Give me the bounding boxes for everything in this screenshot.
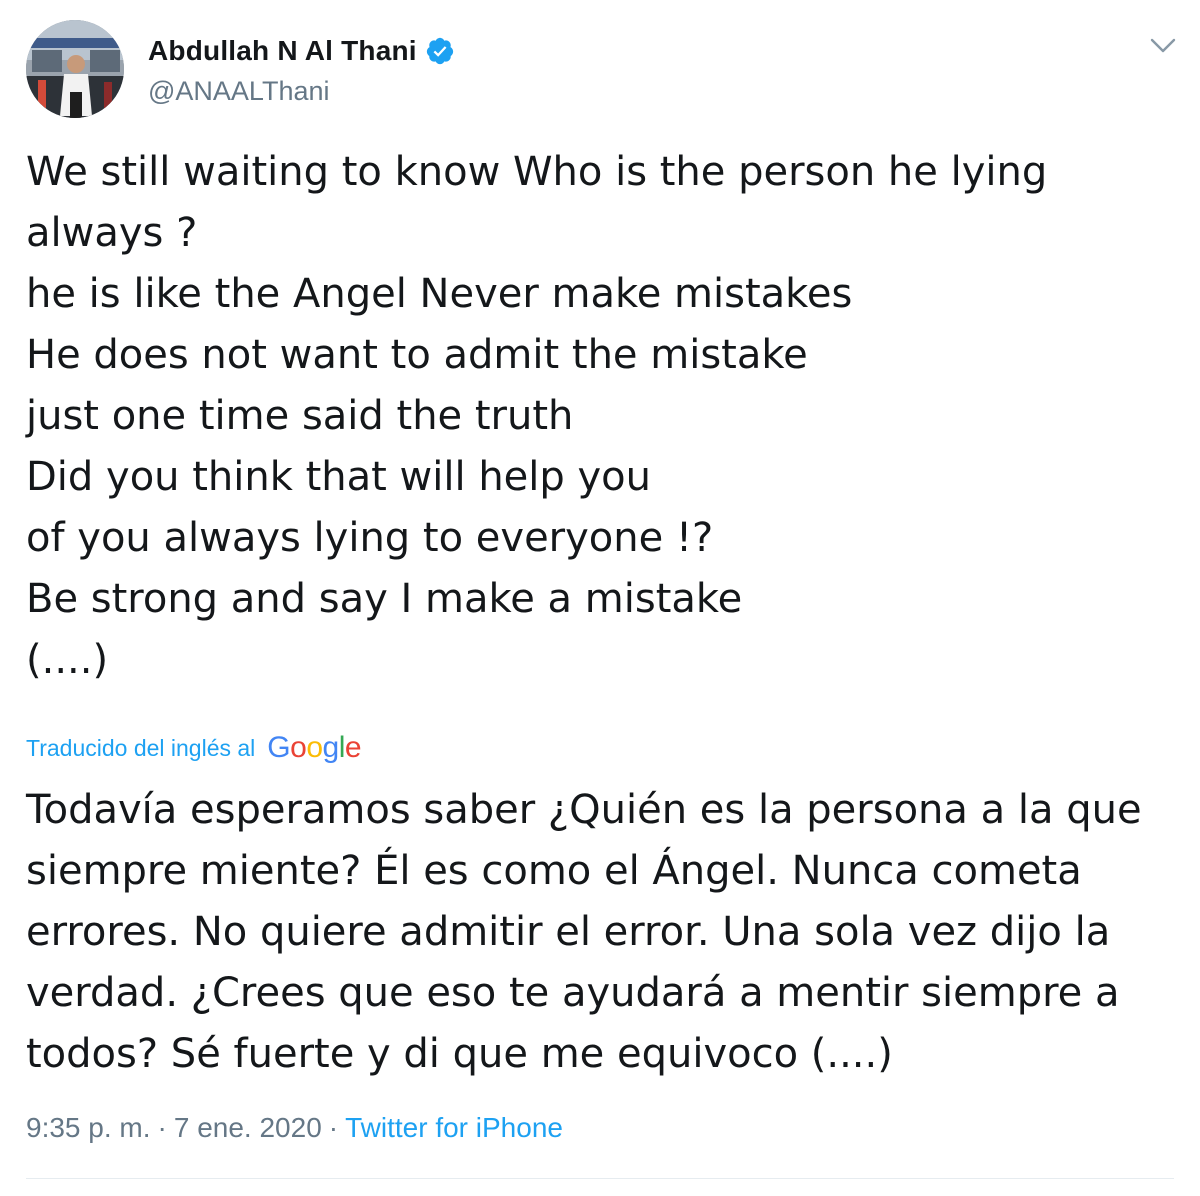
tweet-source-link[interactable]: Twitter for iPhone [345, 1112, 563, 1144]
tweet-text: We still waiting to know Who is the pers… [26, 142, 1176, 691]
translated-text-line: siempre miente? Él es como el Ángel. Nun… [26, 848, 1082, 894]
profile-photo-icon [26, 20, 124, 118]
translated-text-line: todos? Sé fuerte y di que me equivoco (.… [26, 1031, 893, 1077]
google-logo-letter: G [267, 731, 291, 764]
tweet-text-line: just one time said the truth [26, 393, 574, 439]
chevron-down-icon[interactable] [1150, 38, 1176, 54]
google-logo-letter: g [322, 731, 340, 764]
tweet-card: Abdullah N Al Thani @ANAALThani We still… [0, 0, 1200, 1196]
meta-separator: · [328, 1112, 339, 1143]
google-logo-letter: o [290, 731, 307, 764]
tweet-date[interactable]: 7 ene. 2020 [174, 1112, 322, 1144]
tweet-time[interactable]: 9:35 p. m. [26, 1112, 151, 1144]
avatar[interactable] [26, 20, 124, 118]
translated-text-line: Todavía esperamos saber ¿Quién es la per… [26, 787, 1142, 833]
divider [26, 1178, 1174, 1179]
verified-badge-icon [425, 36, 455, 66]
tweet-text-line: We still waiting to know Who is the pers… [26, 149, 1048, 195]
google-logo-letter: e [344, 731, 362, 764]
google-logo-letter: o [306, 731, 323, 764]
tweet-meta: 9:35 p. m. · 7 ene. 2020 · Twitter for i… [26, 1112, 563, 1144]
translation-attribution[interactable]: Traducido del inglés al Google [26, 728, 362, 768]
tweet-text-line: Did you think that will help you [26, 454, 651, 500]
tweet-text-line: of you always lying to everyone !? [26, 515, 714, 561]
display-name-row[interactable]: Abdullah N Al Thani [148, 32, 455, 70]
google-logo: Google [267, 731, 361, 765]
author-names: Abdullah N Al Thani @ANAALThani [148, 32, 455, 107]
tweet-text-line: he is like the Angel Never make mistakes [26, 271, 853, 317]
author-handle[interactable]: @ANAALThani [148, 76, 455, 107]
tweet-text-line: always ? [26, 210, 198, 256]
tweet-text-line: (....) [26, 637, 109, 683]
tweet-text-line: Be strong and say I make a mistake [26, 576, 743, 622]
tweet-text-line: He does not want to admit the mistake [26, 332, 808, 378]
translated-text-line: errores. No quiere admitir el error. Una… [26, 909, 1111, 955]
translated-from-label[interactable]: Traducido del inglés al [26, 735, 255, 762]
translated-text-line: verdad. ¿Crees que eso te ayudará a ment… [26, 970, 1120, 1016]
translated-text: Todavía esperamos saber ¿Quién es la per… [26, 780, 1176, 1085]
meta-separator: · [157, 1112, 167, 1143]
tweet-header: Abdullah N Al Thani @ANAALThani [26, 20, 1176, 120]
display-name[interactable]: Abdullah N Al Thani [148, 35, 417, 67]
